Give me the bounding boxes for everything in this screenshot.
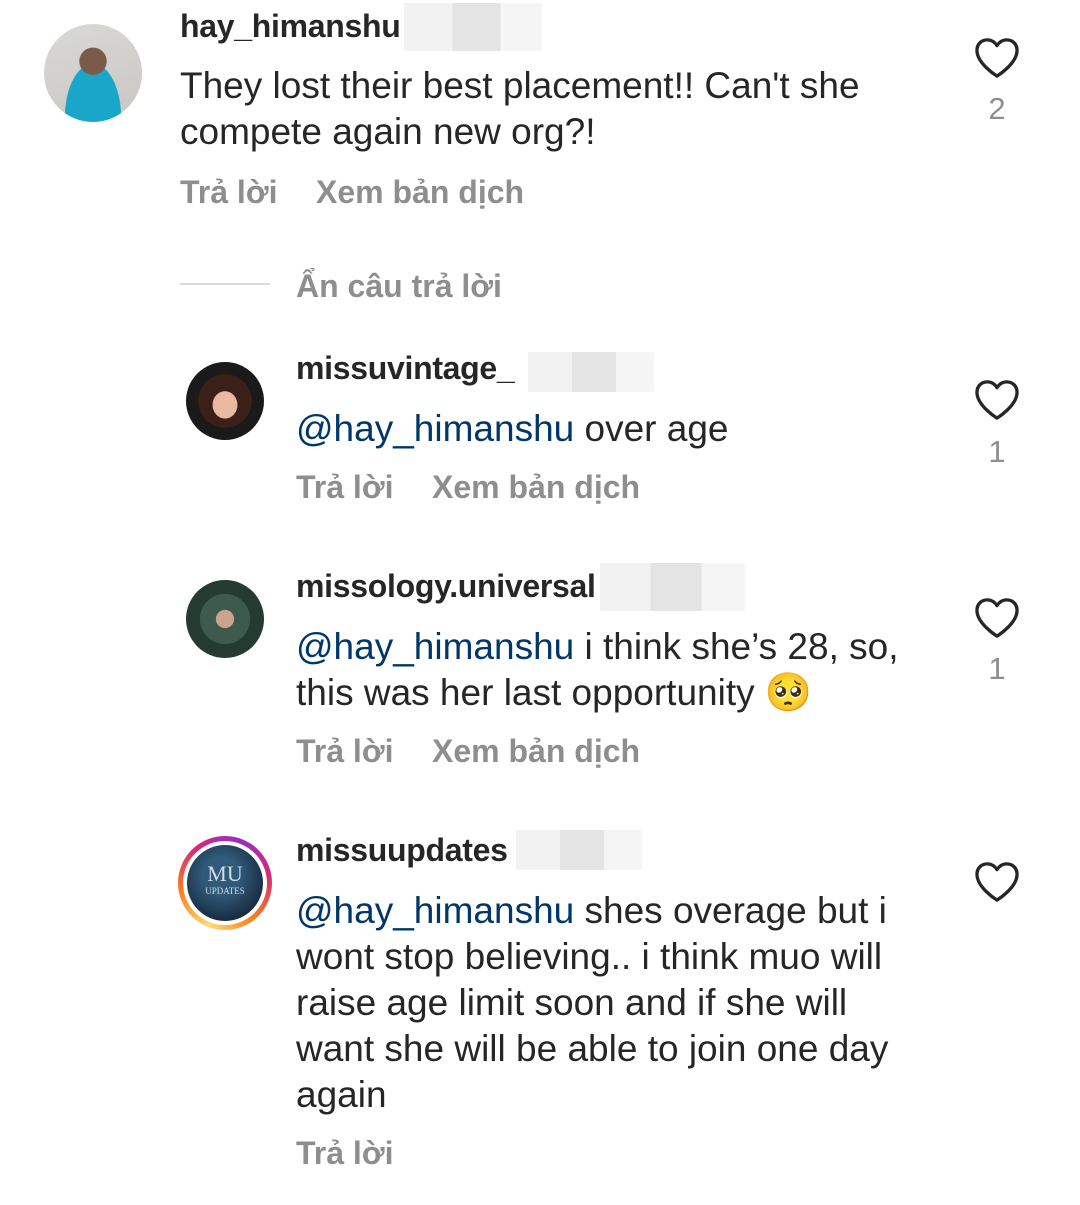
reply-username[interactable]: missology.universal	[296, 566, 596, 606]
username-redaction	[404, 3, 542, 51]
avatar-logo-subtext: UPDATES	[205, 886, 245, 896]
reply-text-line-4: want she will be able to join one day	[296, 1028, 889, 1069]
username-redaction	[528, 352, 654, 392]
reply-button[interactable]: Trả lời	[180, 172, 277, 212]
heart-outline-icon[interactable]	[974, 37, 1020, 79]
avatar-hay-himanshu[interactable]	[44, 24, 142, 122]
avatar-logo-text: MU	[207, 861, 243, 886]
reply-username[interactable]: missuvintage_	[296, 348, 515, 388]
mention-link[interactable]: @hay_himanshu	[296, 890, 574, 931]
replies-divider	[180, 283, 270, 285]
hide-replies-button[interactable]: Ẩn câu trả lời	[296, 266, 502, 306]
like-count: 1	[988, 434, 1006, 469]
mention-link[interactable]: @hay_himanshu	[296, 408, 574, 449]
see-translation-button[interactable]: Xem bản dịch	[432, 467, 640, 507]
username-redaction	[516, 830, 642, 870]
comment-text-line-1: They lost their best placement!! Can't s…	[180, 65, 860, 106]
pleading-face-emoji: 🥺	[764, 672, 813, 714]
heart-outline-icon[interactable]	[974, 861, 1020, 903]
avatar-missuvintage[interactable]	[186, 362, 264, 440]
comment-username[interactable]: hay_himanshu	[180, 6, 401, 46]
reply-button[interactable]: Trả lời	[296, 467, 393, 507]
comment-text-line-2: compete again new org?!	[180, 111, 596, 152]
heart-outline-icon[interactable]	[974, 597, 1020, 639]
heart-outline-icon[interactable]	[974, 379, 1020, 421]
reply-username[interactable]: missuupdates	[296, 830, 508, 870]
reply-text-line-3: raise age limit soon and if she will	[296, 982, 848, 1023]
avatar-missology-universal[interactable]	[186, 580, 264, 658]
reply-text-line-5: again	[296, 1074, 387, 1115]
avatar-missuupdates[interactable]: MU UPDATES	[178, 836, 272, 930]
username-redaction	[600, 563, 745, 611]
reply-text-line-1: @hay_himanshu over age	[296, 408, 729, 449]
reply-text-line-2: this was her last opportunity 🥺	[296, 672, 813, 714]
like-count: 2	[988, 91, 1006, 126]
reply-text-line-1: @hay_himanshu i think she’s 28, so,	[296, 626, 899, 667]
reply-text-line-2: wont stop believing.. i think muo will	[296, 936, 883, 977]
reply-text-line-1: @hay_himanshu shes overage but i	[296, 890, 887, 931]
mention-link[interactable]: @hay_himanshu	[296, 626, 574, 667]
see-translation-button[interactable]: Xem bản dịch	[432, 731, 640, 771]
see-translation-button[interactable]: Xem bản dịch	[316, 172, 524, 212]
reply-button[interactable]: Trả lời	[296, 1133, 393, 1173]
like-count: 1	[988, 651, 1006, 686]
reply-button[interactable]: Trả lời	[296, 731, 393, 771]
